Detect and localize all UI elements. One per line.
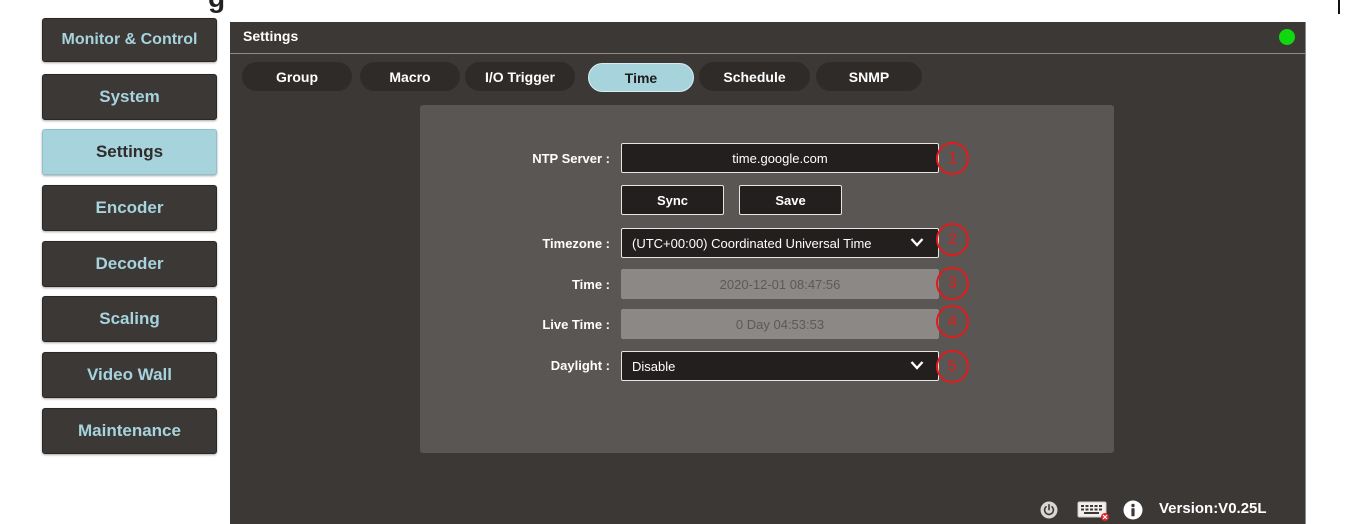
daylight-label: Daylight : [550,358,610,373]
power-icon[interactable] [1040,501,1058,519]
nav-settings-button[interactable]: Settings [42,129,217,175]
nav-maintenance-button[interactable]: Maintenance [42,408,217,454]
time-label: Time : [571,277,610,292]
nav-video-wall-button[interactable]: Video Wall [42,352,217,398]
sync-button[interactable]: Sync [621,185,724,215]
callout-5: 5 [936,350,969,383]
tab-io-trigger[interactable]: I/O Trigger [465,62,575,91]
info-icon[interactable] [1123,500,1143,520]
daylight-value: Disable [632,358,676,374]
live-time-value: 0 Day 04:53:53 [735,316,825,332]
callout-2: 2 [936,223,969,256]
keyboard-icon[interactable] [1077,500,1111,522]
panel-title: Settings [243,28,299,44]
version-label: Version:V0.25L [1159,500,1267,517]
header-divider [230,53,1306,54]
nav-decoder-button[interactable]: Decoder [42,241,217,287]
save-button[interactable]: Save [739,185,842,215]
daylight-select[interactable]: Disable [621,351,939,381]
nav-scaling-button[interactable]: Scaling [42,296,217,342]
live-time-display: 0 Day 04:53:53 [621,309,939,339]
chevron-down-icon [910,238,924,247]
tab-schedule[interactable]: Schedule [699,62,810,91]
callout-3: 3 [936,267,969,300]
ntp-server-value: time.google.com [732,150,828,166]
callout-1: 1 [936,142,969,175]
window-edge-line [1338,0,1340,14]
tab-snmp[interactable]: SNMP [816,62,922,91]
nav-monitor-control-button[interactable]: Monitor & Control [42,18,217,62]
settings-panel: Settings Group Macro I/O Trigger Time Sc… [230,22,1306,524]
ntp-server-label: NTP Server : [532,151,610,166]
nav-encoder-button[interactable]: Encoder [42,185,217,231]
time-settings-card: NTP Server : time.google.com 1 Sync Save… [420,105,1114,453]
timezone-label: Timezone : [542,236,610,251]
callout-4: 4 [936,305,969,338]
timezone-select[interactable]: (UTC+00:00) Coordinated Universal Time [621,228,939,258]
cropped-header-strip: g [0,0,1346,14]
status-indicator-icon [1279,29,1295,45]
time-value: 2020-12-01 08:47:56 [719,276,841,292]
chevron-down-icon [910,361,924,370]
tab-time[interactable]: Time [588,63,694,92]
timezone-value: (UTC+00:00) Coordinated Universal Time [632,235,872,251]
panel-right-border [1305,22,1306,524]
tab-macro[interactable]: Macro [360,62,460,91]
cropped-header-glyph: g [208,0,225,14]
tab-group[interactable]: Group [242,62,352,91]
time-display: 2020-12-01 08:47:56 [621,269,939,299]
ntp-server-input[interactable]: time.google.com [621,143,939,173]
nav-system-button[interactable]: System [42,74,217,120]
live-time-label: Live Time : [542,317,610,332]
